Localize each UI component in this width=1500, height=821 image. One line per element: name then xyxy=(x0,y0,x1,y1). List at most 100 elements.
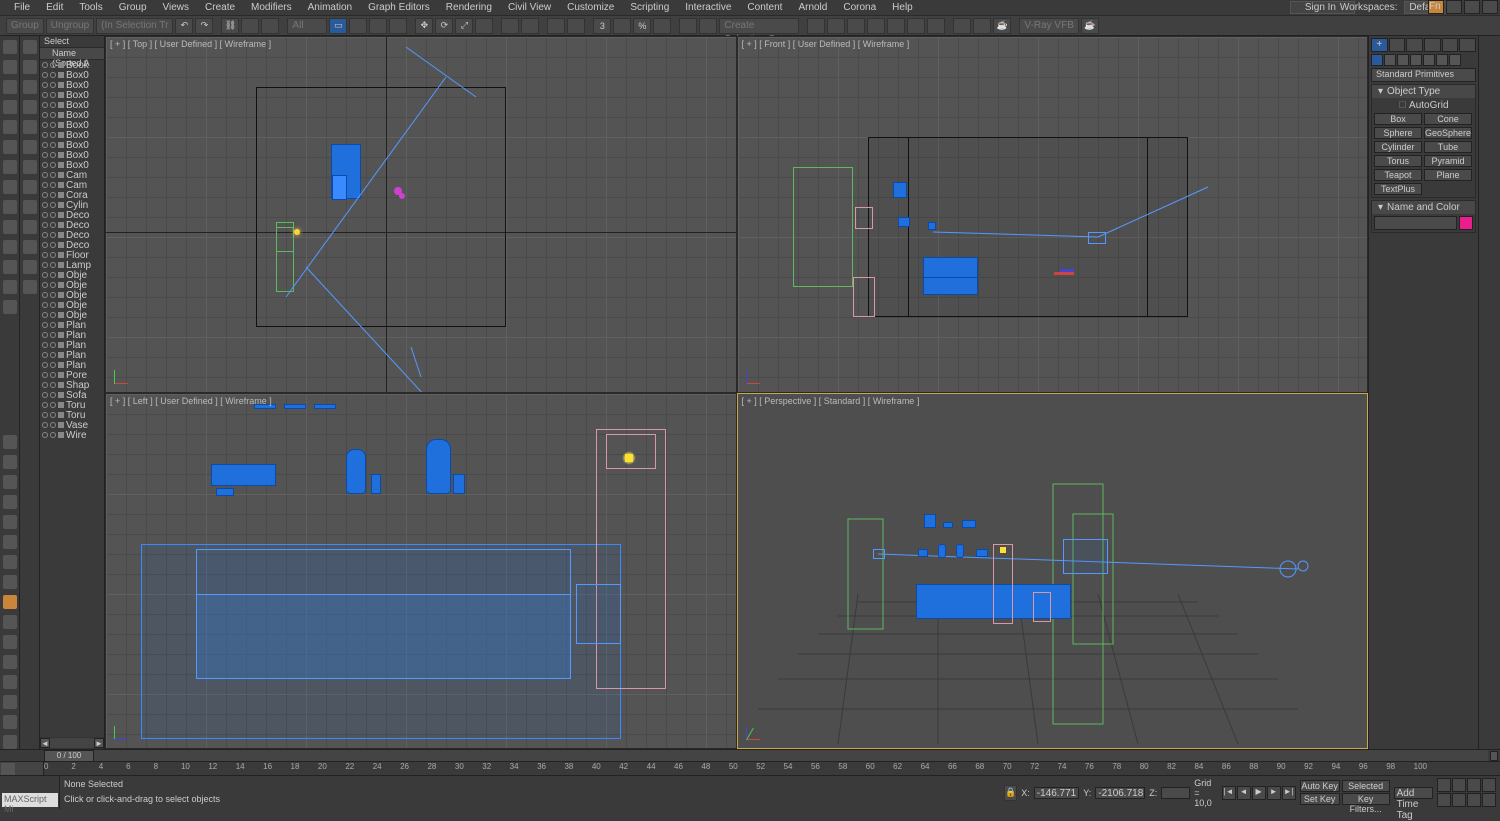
visibility-icon[interactable] xyxy=(42,402,48,408)
shapes-icon[interactable] xyxy=(1384,54,1396,66)
ribbon-icon[interactable] xyxy=(867,18,885,34)
tool-icon[interactable] xyxy=(3,280,17,294)
visibility-icon[interactable] xyxy=(42,112,48,118)
tool-icon[interactable] xyxy=(23,220,37,234)
freeze-icon[interactable] xyxy=(50,162,56,168)
geosphere-button[interactable]: GeoSphere xyxy=(1424,127,1472,139)
rotate-icon[interactable]: ⟳ xyxy=(435,18,453,34)
tool-icon[interactable] xyxy=(3,695,17,709)
tool-icon[interactable] xyxy=(3,260,17,274)
visibility-icon[interactable] xyxy=(42,62,48,68)
menu-create[interactable]: Create xyxy=(197,2,243,13)
freeze-icon[interactable] xyxy=(50,362,56,368)
tool-icon[interactable] xyxy=(23,240,37,254)
visibility-icon[interactable] xyxy=(42,252,48,258)
vray-vfb-button[interactable]: V-Ray VFB xyxy=(1019,18,1078,34)
cone-button[interactable]: Cone xyxy=(1424,113,1472,125)
tool-icon[interactable] xyxy=(3,495,17,509)
freeze-icon[interactable] xyxy=(50,102,56,108)
goto-end-icon[interactable]: ►| xyxy=(1282,786,1296,800)
window-cross-icon[interactable] xyxy=(389,18,407,34)
spinner-snap-icon[interactable] xyxy=(653,18,671,34)
tool-icon[interactable] xyxy=(3,240,17,254)
tool-icon[interactable] xyxy=(3,60,17,74)
tool-icon[interactable] xyxy=(23,160,37,174)
tool-icon[interactable] xyxy=(23,40,37,54)
next-frame-icon[interactable]: ► xyxy=(1267,786,1281,800)
viewport-perspective[interactable]: [ + ] [ Perspective ] [ Standard ] [ Wir… xyxy=(738,394,1368,749)
scroll-left-icon[interactable]: ◄ xyxy=(40,738,50,748)
scene-item[interactable]: Shap xyxy=(40,380,104,390)
tool-icon[interactable] xyxy=(23,60,37,74)
visibility-icon[interactable] xyxy=(42,432,48,438)
toolbar-close-icon[interactable] xyxy=(1482,0,1498,14)
tool-icon[interactable] xyxy=(23,260,37,274)
tool-icon[interactable] xyxy=(3,180,17,194)
freeze-icon[interactable] xyxy=(50,262,56,268)
add-time-tag[interactable]: Add Time Tag xyxy=(1394,787,1433,799)
scene-item[interactable]: Plan xyxy=(40,340,104,350)
object-type-header[interactable]: ▾Object Type xyxy=(1372,85,1475,98)
scene-item[interactable]: Box0 xyxy=(40,110,104,120)
play-icon[interactable]: ▶ xyxy=(1252,786,1266,800)
toolbar-maximize-icon[interactable] xyxy=(1464,0,1480,14)
set-key-button[interactable]: Set Key xyxy=(1300,793,1340,805)
visibility-icon[interactable] xyxy=(42,122,48,128)
freeze-icon[interactable] xyxy=(50,402,56,408)
visibility-icon[interactable] xyxy=(42,182,48,188)
tool-icon[interactable] xyxy=(3,200,17,214)
tool-icon[interactable] xyxy=(3,475,17,489)
visibility-icon[interactable] xyxy=(42,132,48,138)
angle-snap-icon[interactable] xyxy=(613,18,631,34)
freeze-icon[interactable] xyxy=(50,412,56,418)
time-slider-handle[interactable]: 0 / 100 xyxy=(44,750,94,762)
pyramid-button[interactable]: Pyramid xyxy=(1424,155,1472,167)
visibility-icon[interactable] xyxy=(42,412,48,418)
scene-item[interactable]: Box0 xyxy=(40,120,104,130)
visibility-icon[interactable] xyxy=(42,192,48,198)
menu-interactive[interactable]: Interactive xyxy=(677,2,739,13)
scroll-right-icon[interactable]: ► xyxy=(94,738,104,748)
object-name-field[interactable] xyxy=(1374,216,1457,230)
toolbar-fn-icon[interactable]: Fn xyxy=(1428,0,1444,14)
menu-corona[interactable]: Corona xyxy=(835,2,884,13)
scene-item[interactable]: Obje xyxy=(40,310,104,320)
tool-icon[interactable] xyxy=(3,635,17,649)
scene-item[interactable]: Cylin xyxy=(40,200,104,210)
maxscript-listener[interactable]: MAXScript Mi xyxy=(2,793,58,807)
freeze-icon[interactable] xyxy=(50,92,56,98)
scene-item[interactable]: Box0 xyxy=(40,130,104,140)
visibility-icon[interactable] xyxy=(42,322,48,328)
freeze-icon[interactable] xyxy=(50,232,56,238)
scene-item[interactable]: Toru xyxy=(40,400,104,410)
create-tab-icon[interactable]: + xyxy=(1371,38,1388,52)
visibility-icon[interactable] xyxy=(42,272,48,278)
tool-icon[interactable] xyxy=(3,555,17,569)
tool-icon[interactable] xyxy=(3,40,17,54)
manip-icon[interactable] xyxy=(547,18,565,34)
tool-icon[interactable] xyxy=(3,615,17,629)
visibility-icon[interactable] xyxy=(42,222,48,228)
scale-icon[interactable]: ⤢ xyxy=(455,18,473,34)
freeze-icon[interactable] xyxy=(50,392,56,398)
tool-icon[interactable] xyxy=(23,100,37,114)
percent-snap-icon[interactable]: % xyxy=(633,18,651,34)
visibility-icon[interactable] xyxy=(42,212,48,218)
freeze-icon[interactable] xyxy=(50,272,56,278)
move-icon[interactable]: ✥ xyxy=(415,18,433,34)
tool-icon[interactable] xyxy=(3,515,17,529)
scene-item[interactable]: Obje xyxy=(40,270,104,280)
freeze-icon[interactable] xyxy=(50,202,56,208)
freeze-icon[interactable] xyxy=(50,292,56,298)
scene-item[interactable]: Box0 xyxy=(40,140,104,150)
ref-coord-icon[interactable] xyxy=(501,18,519,34)
scene-item[interactable]: Plan xyxy=(40,320,104,330)
freeze-icon[interactable] xyxy=(50,252,56,258)
teapot-button[interactable]: Teapot xyxy=(1374,169,1422,181)
freeze-icon[interactable] xyxy=(50,222,56,228)
visibility-icon[interactable] xyxy=(42,152,48,158)
freeze-icon[interactable] xyxy=(50,72,56,78)
freeze-icon[interactable] xyxy=(50,62,56,68)
sphere-button[interactable]: Sphere xyxy=(1374,127,1422,139)
scene-item[interactable]: Box0 xyxy=(40,90,104,100)
